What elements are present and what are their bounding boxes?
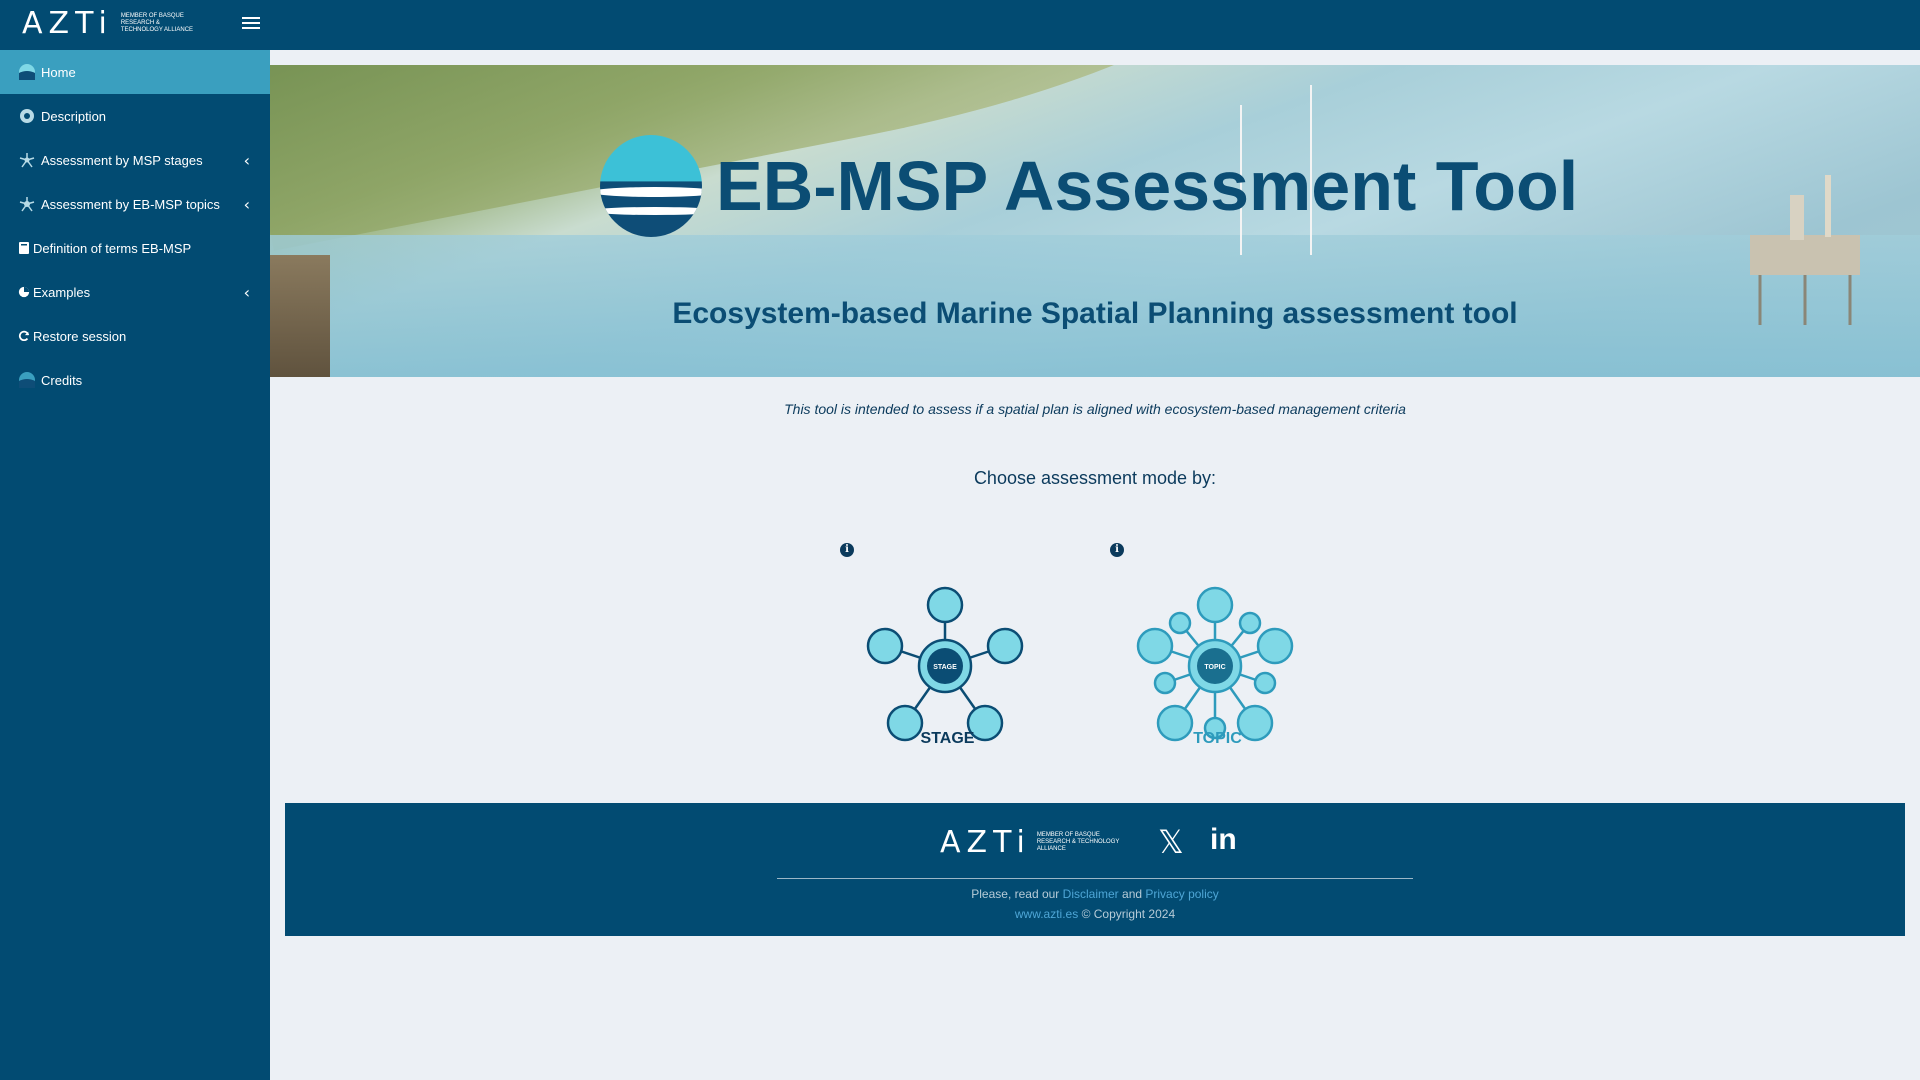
chevron-left-icon[interactable]: ‹ [244,195,250,214]
sidebar-item-msp-stages[interactable]: Assessment by MSP stages ‹ [0,138,270,182]
sidebar-item-label: Home [41,64,76,80]
sidebar-item-label: Assessment by EB-MSP topics [41,196,220,212]
main-content: EB-MSP Assessment Tool Ecosystem-based M… [270,50,1920,1080]
gear-icon [18,107,36,125]
copyright-text: © Copyright 2024 [1081,907,1176,921]
topic-mode-button[interactable]: i TOPIC TOPIC [1110,543,1294,753]
topic-network-icon: TOPIC [1136,586,1294,742]
privacy-policy-link[interactable]: Privacy policy [1145,887,1218,901]
book-icon [18,239,30,257]
chevron-left-icon[interactable]: ‹ [244,151,250,170]
sidebar-item-label: Credits [41,372,83,388]
sidebar-item-restore-session[interactable]: Restore session [0,314,270,358]
footer-logo-tagline: MEMBER OF BASQUE RESEARCH & TECHNOLOGY A… [1036,832,1120,852]
footer-divider [777,878,1413,879]
sidebar-item-home[interactable]: Home [0,50,270,94]
sidebar-item-label: Restore session [33,328,127,344]
x-icon[interactable]: 𝕏 [1158,823,1184,861]
sidebar-item-ebmsp-topics[interactable]: Assessment by EB-MSP topics ‹ [0,182,270,226]
sidebar-item-definitions[interactable]: Definition of terms EB-MSP [0,226,270,270]
sidebar-item-examples[interactable]: Examples ‹ [0,270,270,314]
footer-and: and [1122,887,1143,901]
stage-badge-text: STAGE [933,664,957,671]
stage-network-icon: STAGE [866,586,1024,742]
chevron-left-icon[interactable]: ‹ [244,283,250,302]
footer-azti-logo[interactable]: AZTi MEMBER OF BASQUE RESEARCH & TECHNOL… [940,825,1123,860]
sidebar-item-label: Description [41,108,107,124]
refresh-icon [18,327,30,345]
sidebar-item-label: Assessment by MSP stages [41,152,203,168]
hero-banner: EB-MSP Assessment Tool Ecosystem-based M… [270,65,1920,377]
footer-read-prefix: Please, read our [971,887,1060,901]
sidebar-item-label: Examples [33,284,91,300]
footer-logo-mark: AZTi [940,825,1031,860]
sidebar-item-label: Definition of terms EB-MSP [33,240,192,256]
pie-chart-icon [18,283,30,301]
topic-label: TOPIC [1193,730,1242,747]
footer: AZTi MEMBER OF BASQUE RESEARCH & TECHNOL… [285,803,1905,936]
eb-msp-logo [600,135,702,237]
topic-badge-text: TOPIC [1204,664,1225,671]
network-icon [18,195,36,213]
network-icon [18,151,36,169]
globe-icon [18,371,36,389]
page-title: EB-MSP Assessment Tool [716,147,1579,225]
info-icon[interactable]: i [840,543,854,557]
sidebar-item-description[interactable]: Description [0,94,270,138]
linkedin-icon[interactable]: in [1210,823,1237,857]
disclaimer-link[interactable]: Disclaimer [1063,887,1119,901]
azti-logo[interactable]: AZTi MEMBER OF BASQUE RESEARCH & TECHNOL… [22,6,201,41]
hamburger-icon[interactable] [242,14,260,34]
choose-mode-label: Choose assessment mode by: [973,468,1217,488]
page-subtitle: Ecosystem-based Marine Spatial Planning … [672,297,1518,330]
stage-label: STAGE [920,730,975,747]
sidebar-item-credits[interactable]: Credits [0,358,270,402]
info-icon[interactable]: i [1110,543,1124,557]
logo-tagline: MEMBER OF BASQUE RESEARCH & TECHNOLOGY A… [120,13,194,33]
top-header: AZTi MEMBER OF BASQUE RESEARCH & TECHNOL… [0,0,1920,50]
globe-icon [18,63,36,81]
sidebar: Home Description Assessment by MSP stage… [0,50,270,1080]
footer-copyright-line: www.azti.es © Copyright 2024 [285,907,1905,921]
banner-title-row: EB-MSP Assessment Tool [600,135,1578,237]
stage-mode-button[interactable]: i STAGE STAGE [840,543,1024,753]
footer-legal-line: Please, read our Disclaimer and Privacy … [285,887,1905,901]
logo-mark: AZTi [22,6,113,41]
intro-text: This tool is intended to assess if a spa… [784,401,1406,417]
azti-site-link[interactable]: www.azti.es [1015,907,1078,921]
